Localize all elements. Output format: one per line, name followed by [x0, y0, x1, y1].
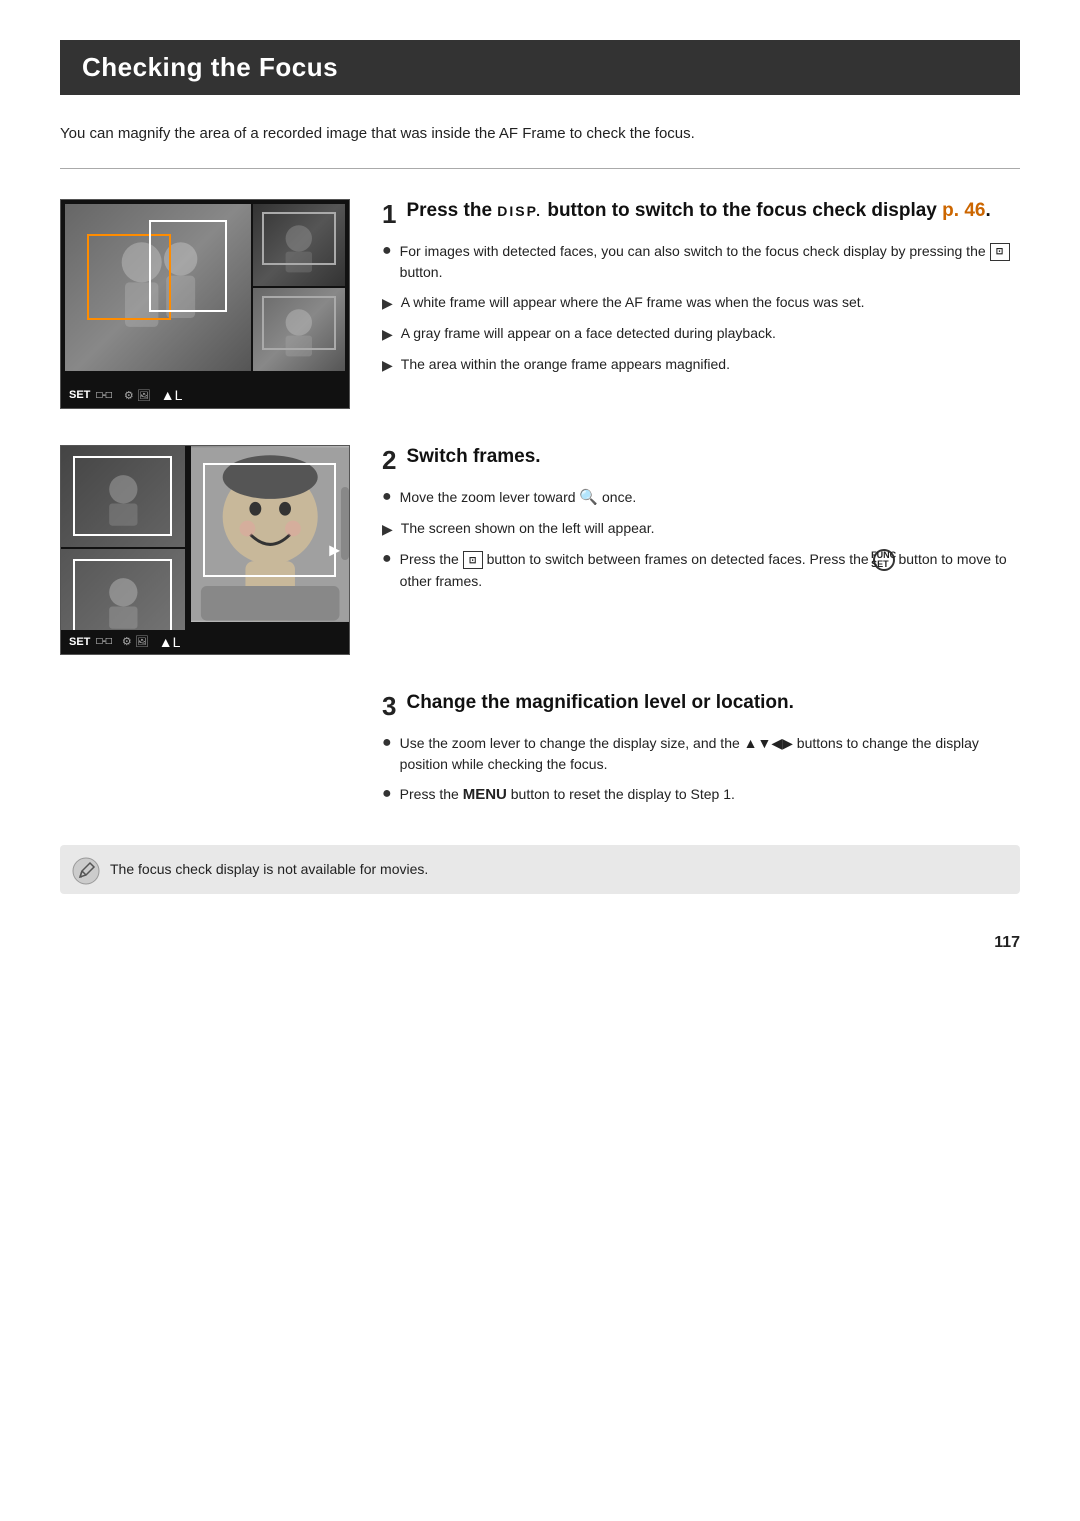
face-cell-tr [253, 204, 345, 287]
page-title: Checking the Focus [82, 52, 998, 83]
big-face [191, 446, 349, 622]
camera-screen-2: 1/53 MENU ↩ [60, 445, 350, 655]
gray-frame-2 [262, 296, 336, 350]
step3-bullets: ● Use the zoom lever to change the displ… [382, 733, 1020, 807]
step2-image: 1/53 MENU ↩ [60, 445, 350, 655]
step2-content: 2 Switch frames. ● Move the zoom lever t… [382, 445, 1020, 602]
step1-title: Press the DISP. button to switch to the … [406, 199, 990, 224]
face-focus-frame [203, 463, 336, 577]
screen1-bottom: SET □-□ ⚙ 🖼 ▲L [61, 383, 349, 408]
page-number: 117 [60, 934, 1020, 952]
step1-bullet-3: ▶ A gray frame will appear on a face det… [382, 323, 1020, 345]
step3-bullet-2: ● Press the MENU button to reset the dis… [382, 784, 1020, 807]
note-pencil-icon [72, 857, 100, 885]
step2-bullet-1: ● Move the zoom lever toward 🔍 once. [382, 487, 1020, 510]
step3-header: 3 Change the magnification level or loca… [382, 691, 1020, 719]
step1-section: 100-0256 1/53 🔍 [60, 199, 1020, 409]
step2-section: 1/53 MENU ↩ [60, 445, 1020, 655]
camera-screen-1: 100-0256 1/53 🔍 [60, 199, 350, 409]
face-cell-br [253, 288, 345, 371]
step1-bullet-4: ▶ The area within the orange frame appea… [382, 354, 1020, 376]
face-cell-large [65, 204, 251, 371]
step3-section: 3 Change the magnification level or loca… [60, 691, 1020, 816]
section-divider [60, 168, 1020, 169]
small-faces-left [61, 446, 185, 622]
step2-bullet-3: ● Press the ⊡ button to switch between f… [382, 549, 1020, 592]
right-arrow: ▶ [329, 541, 340, 558]
step1-content: 1 Press the DISP. button to switch to th… [382, 199, 1020, 385]
step1-bullets: ● For images with detected faces, you ca… [382, 241, 1020, 376]
step3-title: Change the magnification level or locati… [406, 691, 793, 716]
step2-title: Switch frames. [406, 445, 540, 470]
step1-image: 100-0256 1/53 🔍 [60, 199, 350, 409]
white-frame [149, 220, 227, 312]
page-title-bar: Checking the Focus [60, 40, 1020, 95]
scroll-bar [341, 487, 349, 560]
screen2-bottom: SET □-□ ⚙ 🖼 ▲L [61, 630, 349, 654]
step1-header: 1 Press the DISP. button to switch to th… [382, 199, 1020, 227]
note-text: The focus check display is not available… [110, 861, 428, 877]
step1-bullet-1: ● For images with detected faces, you ca… [382, 241, 1020, 283]
intro-text: You can magnify the area of a recorded i… [60, 123, 1020, 146]
step2-header: 2 Switch frames. [382, 445, 1020, 473]
step1-bullet-2: ▶ A white frame will appear where the AF… [382, 292, 1020, 314]
step3-bullet-1: ● Use the zoom lever to change the displ… [382, 733, 1020, 775]
face-grid [61, 200, 349, 375]
step3-content: 3 Change the magnification level or loca… [382, 691, 1020, 816]
step2-bullet-2: ▶ The screen shown on the left will appe… [382, 518, 1020, 540]
note-box: The focus check display is not available… [60, 845, 1020, 894]
step2-bullets: ● Move the zoom lever toward 🔍 once. ▶ T… [382, 487, 1020, 593]
gray-frame [262, 212, 336, 266]
